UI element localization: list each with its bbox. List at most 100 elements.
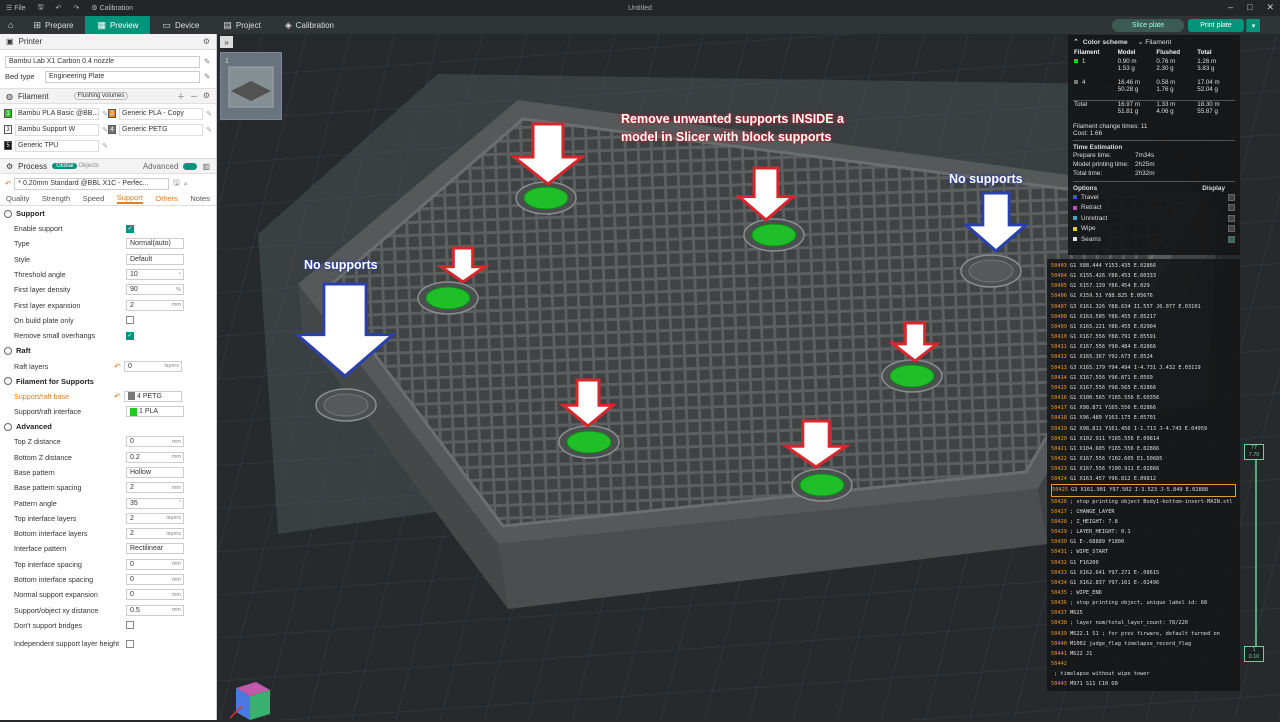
filament-item[interactable]: 3 Bambu Support W ✎ xyxy=(4,122,108,137)
gcode-line[interactable]: 50423 G1 X167.556 Y100.911 E.02866 xyxy=(1051,464,1236,474)
filament-item[interactable]: 1 Bambu PLA Basic @BB... ✎ xyxy=(4,106,108,121)
display-checkbox[interactable] xyxy=(1228,214,1235,222)
option-input[interactable]: 0 mm xyxy=(126,589,184,601)
option-input[interactable]: 0 mm xyxy=(126,558,184,570)
tab-strength[interactable]: Strength xyxy=(42,194,70,203)
checkbox[interactable]: ✓ xyxy=(126,331,134,340)
tab-notes[interactable]: Notes xyxy=(190,194,210,203)
color-scheme-select[interactable]: ⌄ Filament xyxy=(1138,38,1172,46)
calibration-menu[interactable]: ⚙ Calibration xyxy=(85,4,139,13)
gcode-line[interactable]: 50409 G1 X165.221 Y86.455 E.02904 xyxy=(1051,322,1236,332)
gcode-line[interactable]: 50415 G1 X167.556 Y98.565 E.02866 xyxy=(1051,383,1236,393)
option-input[interactable]: 35 ° xyxy=(126,497,184,509)
gcode-line[interactable]: 50403 G1 X88.444 Y153.435 E.02866 xyxy=(1051,261,1236,271)
slice-plate-button[interactable]: Slice plate xyxy=(1112,19,1184,32)
maximize-icon[interactable]: □ xyxy=(1247,2,1252,13)
filament-name[interactable]: Generic PETG xyxy=(119,123,204,136)
display-checkbox[interactable] xyxy=(1228,225,1235,233)
flushing-volumes-button[interactable]: Flushing volumes xyxy=(73,92,129,100)
gcode-line[interactable]: 50431; WIPE_START xyxy=(1051,547,1236,557)
option-input[interactable]: Default xyxy=(126,253,184,265)
gcode-line[interactable]: 50405 G1 X157.139 Y86.454 E.029 xyxy=(1051,281,1236,291)
option-input[interactable]: 10 ° xyxy=(126,269,184,281)
gcode-line[interactable]: 50436; stop printing object, unique labe… xyxy=(1051,598,1236,608)
gcode-line[interactable]: 50406 G1 X159.51 Y88.825 E.05676 xyxy=(1051,291,1236,301)
gcode-line[interactable]: 50410 G1 X167.556 Y88.791 E.05591 xyxy=(1051,332,1236,342)
gcode-line[interactable]: 50429; LAYER_HEIGHT: 0.1 xyxy=(1051,527,1236,537)
add-icon[interactable]: ＋ xyxy=(177,91,185,102)
gcode-line[interactable]: 50418 G1 X96.489 Y163.175 E.05701 xyxy=(1051,413,1236,423)
remove-icon[interactable]: － xyxy=(190,91,198,102)
support-base-select[interactable]: 4 PETG xyxy=(124,390,182,402)
gcode-line[interactable]: 50422 G1 X167.556 Y102.605 E1.50685 xyxy=(1051,454,1236,464)
checkbox[interactable] xyxy=(126,316,134,325)
checkbox[interactable]: ✓ xyxy=(126,224,134,233)
view-cube-icon[interactable] xyxy=(228,678,272,720)
option-input[interactable]: 90% xyxy=(126,284,184,296)
tab-quality[interactable]: Quality xyxy=(6,194,29,203)
checkbox[interactable] xyxy=(126,621,134,630)
raft-layers-input[interactable]: 0 layers xyxy=(124,360,182,372)
support-interface-select[interactable]: 1 PLA xyxy=(126,406,184,418)
bed-type-select[interactable]: Engineering Plate xyxy=(45,70,200,83)
option-input[interactable]: 0.2 mm xyxy=(126,451,184,463)
gcode-line[interactable]: 50441 M622 J1 xyxy=(1051,649,1236,659)
gcode-line[interactable]: 50426; stop printing object Body1-bottom… xyxy=(1051,497,1236,507)
plate-thumbnail[interactable]: 1 xyxy=(220,52,282,120)
gcode-line[interactable]: 50417 G1 X98.871 Y165.556 E.02866 xyxy=(1051,403,1236,413)
gcode-line[interactable]: 50440 M1002 judge_flag timelapse_record_f… xyxy=(1051,639,1236,649)
collapse-panel-button[interactable]: » xyxy=(220,36,233,48)
option-input[interactable]: 2 layers xyxy=(126,512,184,524)
filament-name[interactable]: Bambu PLA Basic @BB... xyxy=(15,107,100,120)
redo-icon[interactable]: ↷ xyxy=(67,4,85,12)
gcode-line[interactable]: ; timelapse without wipe tower xyxy=(1051,669,1236,679)
option-input[interactable]: 0.5 mm xyxy=(126,604,184,616)
gcode-line[interactable]: 50420 G1 X102.911 Y165.556 E.09814 xyxy=(1051,434,1236,444)
chevron-down-icon[interactable]: ▾ xyxy=(1246,19,1260,32)
display-checkbox[interactable] xyxy=(1228,193,1235,201)
gcode-line[interactable]: 50435; WIPE_END xyxy=(1051,588,1236,598)
chevron-up-icon[interactable]: ⌃ xyxy=(1073,38,1079,46)
gcode-line[interactable]: 50442 xyxy=(1051,659,1236,669)
checkbox[interactable] xyxy=(126,640,134,649)
filament-name[interactable]: Generic TPU xyxy=(15,139,100,152)
gcode-line[interactable]: 50413 G3 X165.179 Y94.494 I-4.731 J.432 E… xyxy=(1051,363,1236,373)
filament-item[interactable]: 5 Generic TPU ✎ xyxy=(4,138,108,153)
tab-others[interactable]: Others xyxy=(155,194,178,203)
gcode-line[interactable]: 50424 G1 X163.457 Y96.812 E.09812 xyxy=(1051,474,1236,484)
gcode-line[interactable]: 50408 G1 X163.505 Y86.455 E.05217 xyxy=(1051,312,1236,322)
option-input[interactable]: 0 mm xyxy=(126,436,184,448)
option-input[interactable]: Hollow xyxy=(126,467,184,478)
gcode-line[interactable]: 50412 G1 X165.367 Y92.673 E.0524 xyxy=(1051,352,1236,362)
gcode-line[interactable]: 50439 M622.1 S1 ; for prev firware, defau… xyxy=(1051,629,1236,639)
save-icon[interactable]: 🖫 xyxy=(173,177,179,190)
filament-name[interactable]: Bambu Support W xyxy=(15,123,100,136)
option-input[interactable]: 0 mm xyxy=(126,574,184,586)
save-icon[interactable]: 🖫 xyxy=(32,3,50,14)
edit-icon[interactable]: ✎ xyxy=(206,126,212,134)
close-icon[interactable]: ✕ xyxy=(1266,2,1274,13)
undo-icon[interactable]: ↶ xyxy=(50,4,68,12)
advanced-toggle[interactable] xyxy=(183,162,198,170)
filament-item[interactable]: 2 Generic PLA - Copy ✎ xyxy=(108,106,212,121)
filament-name[interactable]: Generic PLA - Copy xyxy=(119,107,204,120)
gcode-line[interactable]: 50434 G1 X162.837 Y97.161 E-.02496 xyxy=(1051,578,1236,588)
option-input[interactable]: 2 mm xyxy=(126,299,184,311)
gcode-line[interactable]: 50437 M625 xyxy=(1051,608,1236,618)
display-checkbox[interactable] xyxy=(1228,204,1235,212)
file-menu[interactable]: ☰ File xyxy=(0,4,32,13)
edit-icon[interactable]: ✎ xyxy=(204,57,210,66)
edit-icon[interactable]: ✎ xyxy=(206,110,212,118)
gcode-line[interactable]: 50443 M971 S11 C10 O0 xyxy=(1051,679,1236,689)
gcode-line[interactable]: 50414 G1 X167.556 Y96.871 E.0569 xyxy=(1051,373,1236,383)
layer-top-handle[interactable]: 77 7.70 xyxy=(1244,444,1264,460)
tab-speed[interactable]: Speed xyxy=(83,194,105,203)
gear-icon[interactable]: ⚙ xyxy=(203,37,210,46)
home-icon[interactable]: ⌂ xyxy=(0,16,21,34)
layer-slider[interactable] xyxy=(1250,448,1262,662)
search-icon[interactable]: ⌕ xyxy=(184,179,188,189)
reset-icon[interactable]: ↶ xyxy=(114,362,124,371)
tab-support[interactable]: Support xyxy=(116,193,143,204)
gcode-line[interactable]: 50421 G1 X104.605 Y165.556 E.02866 xyxy=(1051,444,1236,454)
tab-prepare[interactable]: ⊞ Prepare xyxy=(21,16,85,34)
